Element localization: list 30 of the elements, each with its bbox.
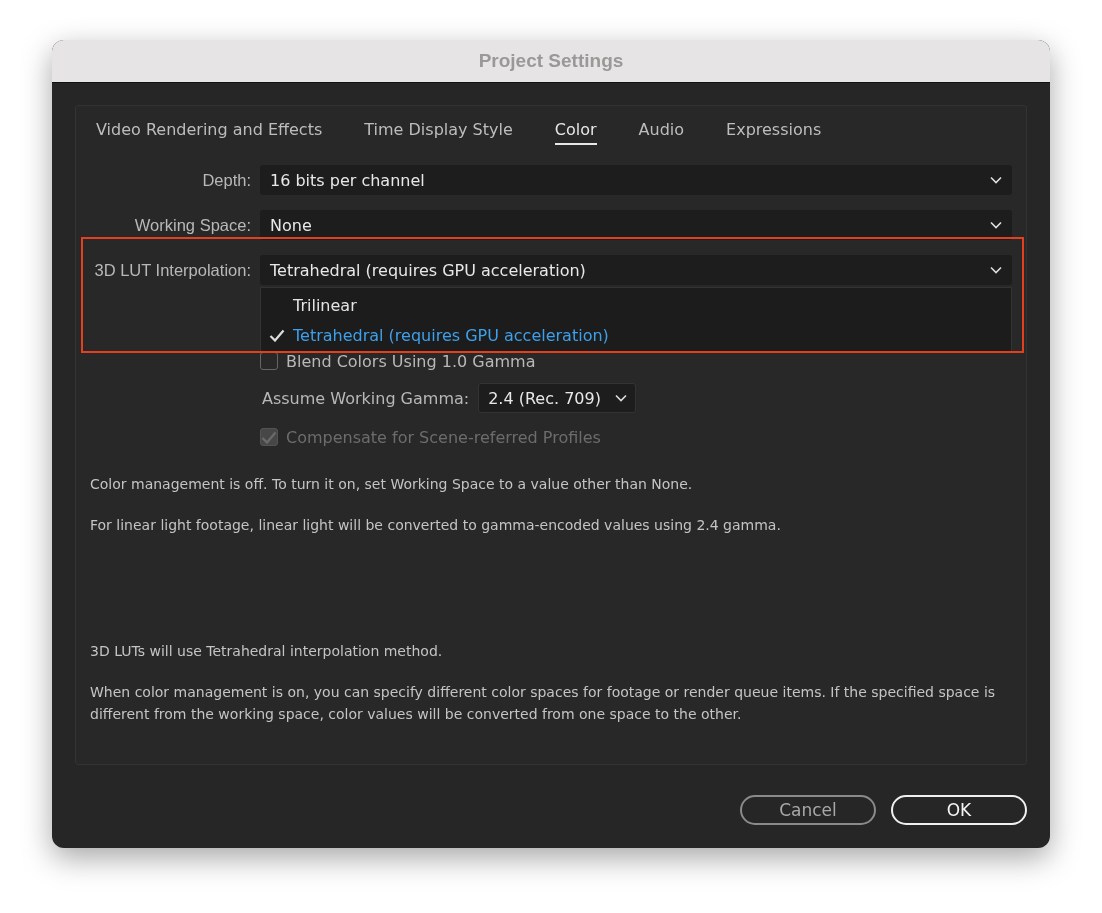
checkmark-icon (261, 430, 277, 444)
tab[interactable]: Video Rendering and Effects (96, 116, 323, 145)
info-text: For linear light footage, linear light will be converted to gamma-encoded values using 2.4 gamma. (90, 516, 782, 535)
tab[interactable]: Color (554, 116, 597, 145)
tab[interactable]: Audio (638, 116, 685, 145)
window-title: Project Settings (478, 50, 624, 72)
menu-item[interactable]: Trilinear (261, 290, 1011, 320)
info-text: Color management is off. To turn it on, set Working Space to a value other than None. (90, 475, 694, 494)
checkbox-label: Blend Colors Using 1.0 Gamma (286, 351, 536, 371)
dropdown[interactable]: None (260, 210, 1012, 240)
cancel-button[interactable]: Cancel (740, 795, 876, 825)
dropdown[interactable]: 2.4 (Rec. 709) (478, 383, 637, 413)
dropdown[interactable]: 16 bits per channel (260, 165, 1012, 195)
field-label: Depth: (201, 170, 252, 190)
checkbox-label: Compensate for Scene-referred Profiles (286, 427, 601, 447)
info-text: When color management is on, you can specify different color spaces for footage or render queue items. If the specified space is different from the working space, color values will be converted from one space to the other. (90, 683, 997, 724)
checkbox[interactable] (260, 352, 278, 370)
tab[interactable]: Time Display Style (364, 116, 513, 145)
tab[interactable]: Expressions (726, 116, 822, 145)
info-text: 3D LUTs will use Tetrahedral interpolation method. (90, 642, 444, 661)
chevron-down-icon (990, 176, 1002, 184)
ok-button[interactable]: OK (891, 795, 1027, 825)
field-label: 3D LUT Interpolation: (93, 260, 252, 280)
chevron-down-icon (990, 221, 1002, 229)
field-label: Assume Working Gamma: (262, 388, 470, 408)
chevron-down-icon (990, 266, 1002, 274)
menu-item[interactable]: Tetrahedral (requires GPU acceleration) (261, 320, 1011, 350)
chevron-down-icon (615, 394, 628, 402)
checkmark-icon (269, 328, 285, 342)
field-label: Working Space: (133, 215, 252, 235)
